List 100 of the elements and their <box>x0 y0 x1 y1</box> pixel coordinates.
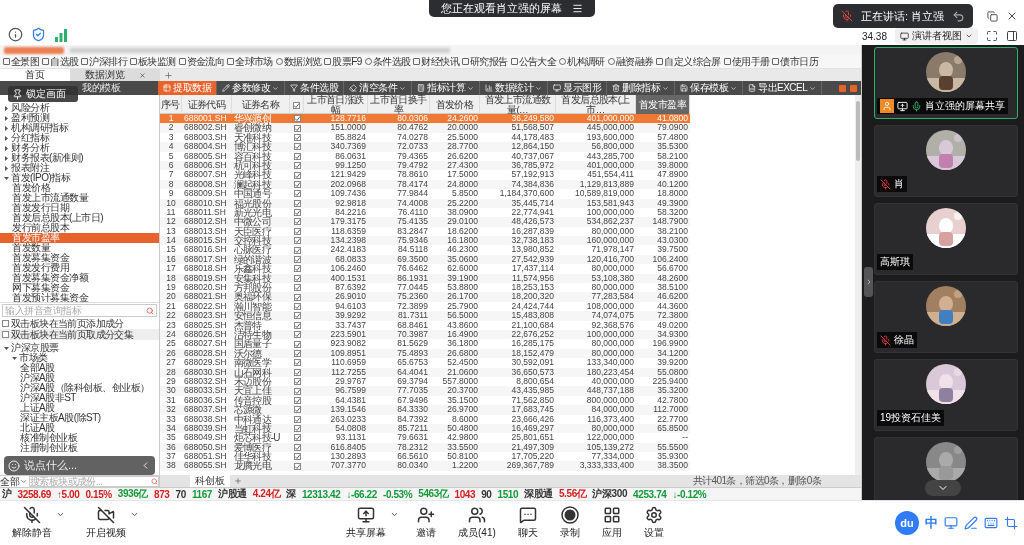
toolbar-link[interactable]: 全景图 <box>3 55 40 68</box>
checkbox[interactable] <box>293 293 301 301</box>
checkbox[interactable] <box>293 359 301 367</box>
checkbox[interactable] <box>293 387 301 395</box>
toolbar-button[interactable]: 邀请 <box>410 506 442 540</box>
checkbox[interactable] <box>293 133 301 141</box>
toolbar-link[interactable]: 使用手册 <box>723 55 770 68</box>
tree-item[interactable]: 核准制创业板 <box>0 433 159 443</box>
tree-item[interactable]: 机构调研指标 <box>0 123 159 133</box>
checkbox[interactable] <box>293 274 301 282</box>
square-icon[interactable] <box>839 84 846 92</box>
tree-item[interactable]: 分红指标 <box>0 133 159 143</box>
ime-logo[interactable]: du <box>895 511 919 535</box>
toolbar-link[interactable]: 自选股 <box>42 55 79 68</box>
toolbar-button[interactable]: 应用 <box>595 506 628 540</box>
toolbar-link[interactable]: 研究报告 <box>461 55 508 68</box>
tab[interactable]: 首页 <box>0 69 70 81</box>
tree-item[interactable]: 首发数量 <box>0 243 159 253</box>
checkbox[interactable] <box>293 209 301 217</box>
checkbox[interactable] <box>293 190 301 198</box>
checkbox[interactable] <box>293 162 301 170</box>
tree-item[interactable]: 注册制创业板 <box>0 443 159 453</box>
checkbox[interactable] <box>293 199 301 207</box>
checkbox[interactable] <box>293 321 301 329</box>
menu-icon[interactable] <box>572 3 583 14</box>
toolbar-link[interactable]: 沪深排行 <box>81 55 127 68</box>
ime-mode[interactable]: 中 <box>925 514 938 532</box>
square-icon[interactable] <box>850 84 857 92</box>
toolbar-button[interactable]: 成员(41) <box>452 506 502 540</box>
participant-tile[interactable]: 肖 <box>874 125 1018 197</box>
tree-item[interactable]: 全部A股 <box>0 363 159 373</box>
checkbox[interactable] <box>293 415 301 423</box>
toolbar-button[interactable]: 共享屏幕 <box>340 506 400 540</box>
toolbar-button[interactable]: 聊天 <box>511 506 544 540</box>
checkbox[interactable] <box>293 425 301 433</box>
participant-tile[interactable]: 徐晶 <box>874 281 1018 353</box>
checkbox[interactable] <box>293 284 301 292</box>
checkbox[interactable] <box>293 152 301 160</box>
toolbar-link[interactable]: 自定义综合屏 <box>656 55 721 68</box>
checkbox[interactable] <box>293 406 301 414</box>
tree-item[interactable]: 北证A股 <box>0 423 159 433</box>
tree-item[interactable]: 深证主板A股(除ST) <box>0 413 159 423</box>
checkbox[interactable] <box>293 434 301 442</box>
scroll-down-button[interactable] <box>925 480 961 496</box>
checkbox[interactable] <box>293 256 301 264</box>
checkbox[interactable] <box>293 453 301 461</box>
tree-item[interactable]: 沪深A股 <box>0 373 159 383</box>
checkbox[interactable] <box>293 218 301 226</box>
tree-item[interactable]: 首发募集资金净额 <box>0 273 159 283</box>
tree-item[interactable]: 上证A股 <box>0 403 159 413</box>
checkbox[interactable] <box>293 312 301 320</box>
participant-tile[interactable]: 19投资石佳美 <box>874 359 1018 431</box>
checkbox[interactable] <box>293 101 300 109</box>
checkbox[interactable] <box>293 443 301 451</box>
toolbar-link[interactable]: 公告大全 <box>510 55 557 68</box>
toolbar-link[interactable]: 债市日历 <box>772 55 818 68</box>
toolbar-button[interactable]: 录制 <box>553 506 586 540</box>
filter-dropdown[interactable]: 全部 <box>0 474 27 489</box>
tree-item[interactable]: 盈利预测 <box>0 113 159 123</box>
lock-screen-button[interactable]: 锁定画面 <box>8 86 78 102</box>
tree-item[interactable]: 首发价格 <box>0 183 159 193</box>
participant-tile[interactable] <box>874 437 1018 500</box>
checkbox[interactable] <box>293 462 301 470</box>
tree-item[interactable]: 沪深京股票 <box>0 343 159 353</box>
add-sheet-icon[interactable] <box>234 477 242 485</box>
tree-item[interactable]: 首发上市流通数量 <box>0 193 159 203</box>
participant-tile[interactable]: 高斯琪 <box>874 203 1018 275</box>
panel-toggle[interactable] <box>864 267 873 297</box>
pen-icon[interactable] <box>964 516 978 530</box>
sheet-tab[interactable]: 科创板 <box>190 475 230 487</box>
keyboard-icon[interactable] <box>984 516 998 530</box>
sidebar-icon[interactable] <box>1006 30 1018 42</box>
tree-item[interactable]: 首发发行费用 <box>0 263 159 273</box>
checkbox[interactable] <box>293 340 301 348</box>
option-checkbox[interactable]: 双击板块在当前页取成分交集 <box>0 329 159 340</box>
checkbox[interactable] <box>293 378 301 386</box>
checkbox[interactable] <box>293 143 301 151</box>
checkbox[interactable] <box>293 396 301 404</box>
toolbar-link[interactable]: 全球市场 <box>227 55 273 68</box>
checkbox[interactable] <box>293 246 301 254</box>
checkbox[interactable] <box>293 265 301 273</box>
checkbox[interactable] <box>2 331 9 338</box>
checkbox[interactable] <box>293 227 301 235</box>
tree-item[interactable]: 财务分析 <box>0 143 159 153</box>
participant-tile[interactable]: 肖立强的屏幕共享 <box>874 47 1018 119</box>
fullscreen-icon[interactable] <box>986 30 998 42</box>
checkbox[interactable] <box>293 115 301 123</box>
close-icon[interactable] <box>1006 10 1018 22</box>
toolbar-link[interactable]: 机构调研 <box>559 55 605 68</box>
signal-icon[interactable] <box>54 29 68 42</box>
checkbox[interactable] <box>293 171 301 179</box>
tree-item[interactable]: 报表附注 <box>0 163 159 173</box>
column-header[interactable]: 首发市盈率 <box>636 95 690 115</box>
tree-item[interactable]: 首发发行日期 <box>0 203 159 213</box>
tree-item[interactable]: 市场类 <box>0 353 159 363</box>
toolbar-button[interactable]: 解除静音 <box>6 506 66 540</box>
shield-icon[interactable] <box>31 27 46 42</box>
checkbox[interactable] <box>293 349 301 357</box>
checkbox[interactable] <box>293 368 301 376</box>
view-mode-button[interactable]: 演讲者视图 <box>895 28 978 44</box>
